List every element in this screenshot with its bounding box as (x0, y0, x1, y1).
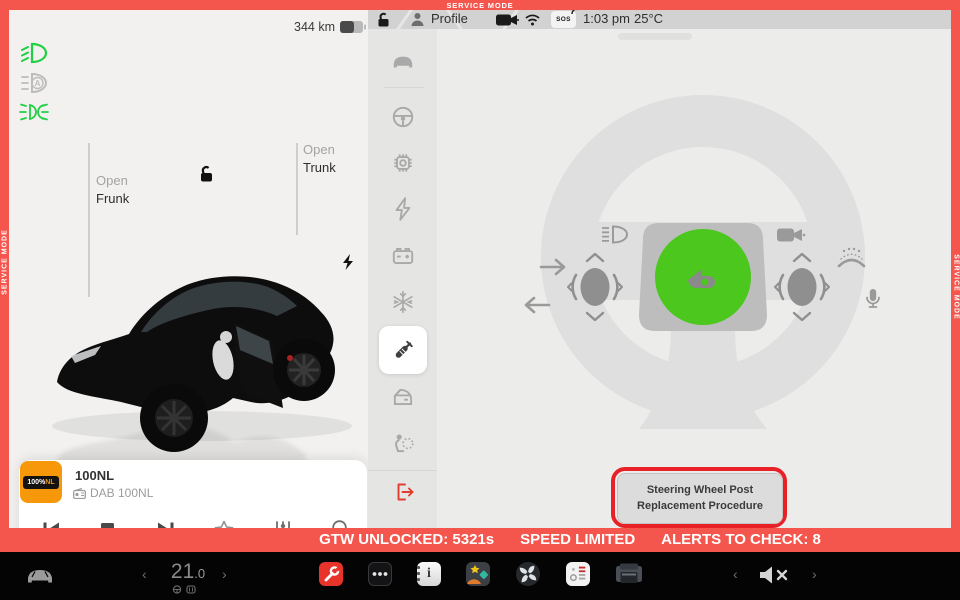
wifi-icon[interactable] (524, 13, 541, 26)
volume-down-chevron[interactable]: ‹ (733, 567, 738, 581)
sidebar-divider (368, 470, 437, 471)
sos-button[interactable]: SOS (551, 11, 576, 28)
app-service-icon[interactable] (319, 562, 343, 586)
outside-temperature[interactable]: 25°C (634, 11, 663, 26)
charge-port-icon[interactable] (341, 253, 355, 271)
low-beam-icon (20, 42, 48, 64)
service-mode-label-top: SERVICE MODE (447, 1, 514, 10)
app-toybox-icon[interactable] (466, 562, 490, 586)
cabin-temp-value: 21 (171, 560, 194, 583)
app-manual-icon[interactable]: i (417, 562, 441, 586)
steering-wheel-post-replacement-button[interactable]: Steering Wheel Post Replacement Procedur… (617, 473, 783, 524)
gtw-unlocked-status: GTW UNLOCKED: 5321s (319, 531, 494, 548)
trunk-callout-line (296, 143, 298, 235)
app-fan-icon[interactable] (516, 562, 540, 586)
steering-wheel-diagram (437, 29, 951, 528)
radio-icon (73, 488, 86, 499)
sidebar-item-vehicle[interactable] (390, 48, 416, 74)
auto-high-beam-icon: A (20, 72, 48, 94)
vehicle-panel: 344 km A (9, 10, 368, 528)
sidebar-item-airbag[interactable] (390, 430, 416, 456)
sidebar-item-battery-12v[interactable] (390, 243, 416, 269)
temp-increase-chevron[interactable]: › (222, 567, 227, 581)
scroll-left-arrow-icon (526, 298, 549, 312)
frunk-callout-line (88, 143, 90, 297)
sos-label: SOS (556, 16, 571, 23)
media-source-row: DAB 100NL (73, 486, 153, 500)
volume-muted-icon[interactable] (758, 565, 792, 585)
frunk-action-label: Open (96, 172, 129, 190)
app-printer-icon[interactable] (614, 562, 644, 586)
speed-limited-status: SPEED LIMITED (520, 531, 635, 548)
taskbar-car-button[interactable] (24, 564, 56, 587)
app-commissioning-icon[interactable] (566, 562, 590, 586)
svg-text:A: A (35, 79, 41, 88)
media-album-art[interactable]: 100%NL (20, 461, 62, 503)
range-value: 344 km (294, 20, 335, 34)
trunk-target-label: Trunk (303, 159, 336, 177)
vehicle-3d-view[interactable] (37, 210, 367, 460)
action-highlight-ring: Steering Wheel Post Replacement Procedur… (611, 467, 787, 528)
procedure-button-line2: Replacement Procedure (637, 499, 763, 514)
media-player-card (19, 460, 367, 538)
steering-heater-indicator-icon (172, 585, 182, 594)
microphone-icon (867, 289, 879, 307)
dashcam-icon[interactable] (496, 14, 519, 26)
service-mode-label-right: SERVICE MODE (953, 254, 960, 320)
sidebar-item-electronics[interactable] (390, 150, 416, 176)
lock-unlocked-icon[interactable] (376, 12, 392, 28)
sidebar-item-steering-wheel[interactable] (390, 104, 416, 130)
sidebar-item-logout[interactable] (392, 480, 416, 504)
open-trunk-button[interactable]: Open Trunk (303, 141, 336, 177)
sidebar-item-high-voltage[interactable] (392, 196, 414, 222)
trunk-action-label: Open (303, 141, 336, 159)
sidebar-item-suspension[interactable] (391, 338, 415, 362)
sidebar-item-closures[interactable] (390, 384, 416, 410)
service-mode-label-left: SERVICE MODE (2, 229, 9, 295)
frunk-target-label: Frunk (96, 190, 129, 208)
profile-avatar-icon[interactable] (410, 12, 425, 27)
service-alert-texts: GTW UNLOCKED: 5321s SPEED LIMITED ALERTS… (319, 531, 821, 548)
sidebar-item-thermal[interactable] (390, 289, 416, 315)
profile-button[interactable]: Profile (431, 11, 468, 26)
station-logo: 100%NL (23, 476, 58, 489)
camera-stalk-icon (777, 229, 805, 242)
cabin-temp-control[interactable]: 21.0 (158, 560, 218, 584)
media-title: 100NL (75, 468, 114, 483)
media-source: DAB 100NL (90, 486, 153, 500)
tesla-service-mode-screen: 344 km A (0, 0, 960, 600)
volume-up-chevron[interactable]: › (812, 567, 817, 581)
app-more-icon[interactable] (368, 562, 392, 586)
battery-range: 344 km (294, 20, 366, 34)
open-frunk-button[interactable]: Open Frunk (96, 172, 129, 208)
sidebar-divider (384, 87, 424, 88)
battery-icon (340, 21, 366, 33)
unlocked-icon (197, 165, 215, 183)
cabin-temp-decimal: .0 (194, 566, 205, 581)
temp-decrease-chevron[interactable]: ‹ (142, 567, 147, 581)
defrost-indicator-icon (186, 585, 196, 594)
procedure-button-line1: Steering Wheel Post (647, 483, 753, 498)
clock: 1:03 pm (583, 11, 630, 26)
alerts-to-check-status[interactable]: ALERTS TO CHECK: 8 (661, 531, 821, 548)
parking-lights-icon (17, 103, 51, 121)
